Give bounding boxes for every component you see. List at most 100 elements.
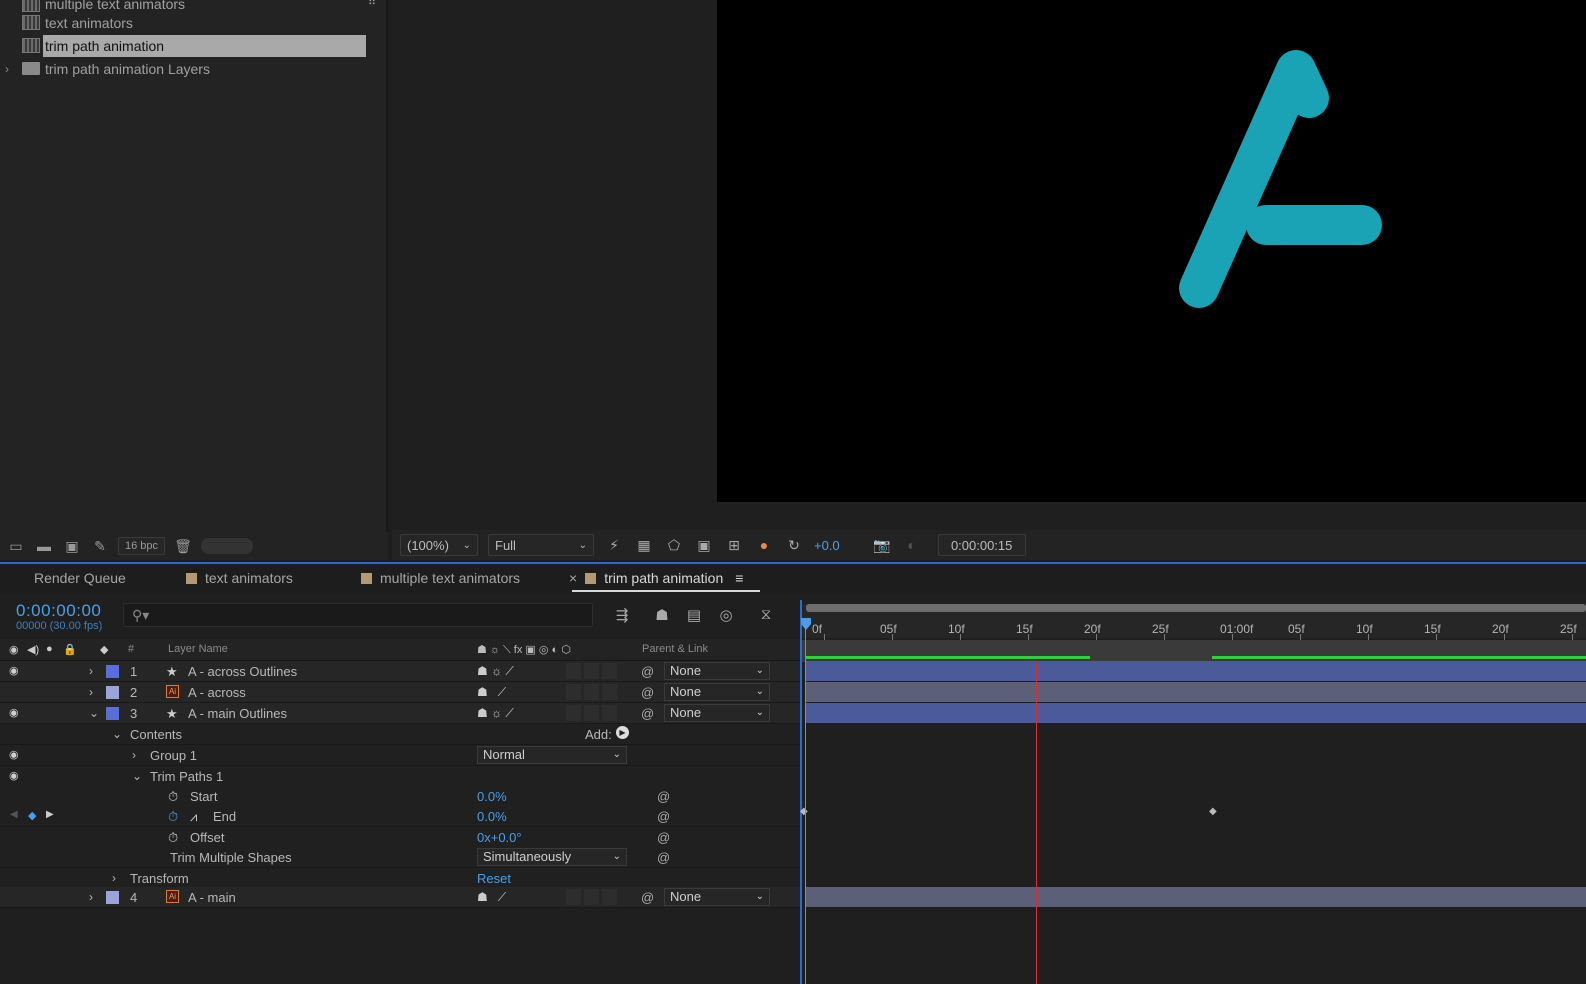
- start-row[interactable]: ⏱ Start 0.0% @: [0, 786, 800, 807]
- visibility-eye-icon[interactable]: ◉: [9, 665, 22, 677]
- bit-depth-button[interactable]: 16 bpc: [118, 537, 166, 555]
- channel-icon[interactable]: ●: [754, 536, 774, 554]
- layer-bar-4[interactable]: [806, 887, 1586, 907]
- chevron-down-icon[interactable]: ⌄: [112, 727, 122, 741]
- shy-layers-icon[interactable]: ☗: [651, 606, 673, 626]
- layer-bar-3[interactable]: [806, 703, 1586, 723]
- keyframe-diamond-icon[interactable]: ◆: [28, 809, 36, 822]
- parent-dropdown[interactable]: None ⌄: [664, 888, 770, 906]
- layer-name-header[interactable]: Layer Name: [168, 643, 228, 655]
- playhead-marker[interactable]: [801, 618, 811, 984]
- pickwhip-icon[interactable]: @: [641, 890, 654, 905]
- label-icon[interactable]: ◆: [100, 643, 108, 656]
- current-time-field[interactable]: 0:00:00:15: [937, 534, 1026, 556]
- visibility-eye-icon[interactable]: ◉: [9, 770, 22, 782]
- stopwatch-icon[interactable]: ⏱: [168, 830, 178, 846]
- layer-row-2[interactable]: › 2 Ai A - across ☗ ⟋ @ None ⌄: [0, 682, 800, 703]
- resolution-dropdown[interactable]: Full ⌄: [488, 534, 594, 556]
- layer-switches[interactable]: ☗ ⟋: [477, 685, 506, 700]
- fast-preview-icon[interactable]: ⚡: [604, 536, 624, 554]
- reset-link[interactable]: Reset: [477, 871, 511, 886]
- project-item-text-animators[interactable]: text animators: [0, 12, 366, 34]
- parent-dropdown[interactable]: None ⌄: [664, 683, 770, 701]
- reset-exposure-icon[interactable]: ↻: [784, 536, 804, 554]
- new-composition-icon[interactable]: ▣: [62, 538, 82, 554]
- group-1-row[interactable]: ◉ › Group 1 Normal ⌄: [0, 745, 800, 766]
- blend-mode-dropdown[interactable]: Normal ⌄: [477, 746, 627, 764]
- layer-name[interactable]: A - main Outlines: [188, 706, 287, 721]
- interpret-footage-icon[interactable]: ▭: [6, 538, 26, 554]
- tab-multiple-text-animators[interactable]: multiple text animators: [361, 570, 520, 586]
- pickwhip-icon[interactable]: @: [657, 830, 670, 845]
- current-time-indicator[interactable]: [1036, 662, 1037, 984]
- end-row[interactable]: ◀ ◆ ▶ ⏱ ⩘ End 0.0% @: [0, 806, 800, 827]
- solo-icon[interactable]: ●: [46, 643, 53, 655]
- contents-row[interactable]: ⌄ Contents Add: ▶: [0, 724, 800, 745]
- region-of-interest-icon[interactable]: ▣: [694, 536, 714, 554]
- label-color[interactable]: [106, 891, 119, 904]
- chevron-down-icon[interactable]: ⌄: [132, 769, 142, 783]
- magnification-dropdown[interactable]: (100%) ⌄: [400, 534, 478, 556]
- chevron-right-icon[interactable]: ›: [89, 685, 93, 699]
- trash-icon[interactable]: 🗑: [173, 538, 193, 554]
- layer-bar-2[interactable]: [806, 682, 1586, 702]
- trim-multiple-dropdown[interactable]: Simultaneously ⌄: [477, 848, 627, 866]
- layer-name[interactable]: A - main: [188, 890, 236, 905]
- visibility-eye-icon[interactable]: ◉: [9, 707, 22, 719]
- brush-icon[interactable]: ✎: [90, 538, 110, 554]
- audio-icon[interactable]: ◀): [27, 643, 39, 656]
- flowchart-icon[interactable]: ⠿: [368, 0, 376, 8]
- layer-name[interactable]: A - across Outlines: [188, 664, 297, 679]
- label-color[interactable]: [106, 707, 119, 720]
- layer-row-4[interactable]: › 4 Ai A - main ☗ ⟋ @ None ⌄: [0, 887, 800, 908]
- snapshot-icon[interactable]: 📷: [872, 536, 892, 554]
- next-keyframe-icon[interactable]: ▶: [46, 809, 54, 820]
- parent-dropdown[interactable]: None ⌄: [664, 662, 770, 680]
- graph-editor-icon[interactable]: ⧖: [755, 606, 777, 626]
- panel-menu-icon[interactable]: ≡: [735, 570, 743, 586]
- motion-blur-icon[interactable]: ◎: [715, 606, 737, 626]
- guides-icon[interactable]: ⊞: [724, 536, 744, 554]
- composition-canvas[interactable]: [717, 0, 1586, 502]
- layer-name[interactable]: A - across: [188, 685, 246, 700]
- stopwatch-active-icon[interactable]: ⏱: [168, 809, 178, 825]
- chevron-right-icon[interactable]: ›: [89, 890, 93, 904]
- work-area-bar[interactable]: [806, 604, 1586, 612]
- chevron-down-icon[interactable]: ⌄: [89, 706, 99, 720]
- layer-switches[interactable]: ☗ ⟋: [477, 890, 506, 905]
- composition-flowchart-icon[interactable]: ⇶: [611, 606, 633, 626]
- graph-icon[interactable]: ⩘: [190, 809, 197, 825]
- layer-bar-1[interactable]: [806, 661, 1586, 681]
- pickwhip-icon[interactable]: @: [657, 809, 670, 824]
- new-folder-icon[interactable]: ▬: [34, 538, 54, 554]
- pickwhip-icon[interactable]: @: [657, 789, 670, 804]
- chevron-right-icon[interactable]: ›: [5, 62, 9, 76]
- offset-row[interactable]: ⏱ Offset 0x+0.0° @: [0, 827, 800, 848]
- end-value[interactable]: 0.0%: [477, 809, 507, 824]
- tab-trim-path-animation[interactable]: × trim path animation ≡: [569, 570, 743, 586]
- project-item-trim-path-animation[interactable]: trim path animation: [43, 35, 366, 57]
- start-value[interactable]: 0.0%: [477, 789, 507, 804]
- add-menu-icon[interactable]: ▶: [616, 726, 629, 739]
- timeline-current-time[interactable]: 0:00:00:00: [16, 601, 101, 621]
- project-item-trim-path-animation-layers[interactable]: › trim path animation Layers: [0, 58, 366, 80]
- pickwhip-icon[interactable]: @: [657, 850, 670, 865]
- close-icon[interactable]: ×: [569, 570, 577, 586]
- layer-row-1[interactable]: ◉ › 1 ★ A - across Outlines ☗ ☼ ⟋ @ None…: [0, 661, 800, 682]
- offset-value[interactable]: 0x+0.0°: [477, 830, 522, 845]
- chevron-right-icon[interactable]: ›: [112, 871, 116, 885]
- parent-dropdown[interactable]: None ⌄: [664, 704, 770, 722]
- trim-multiple-row[interactable]: Trim Multiple Shapes Simultaneously ⌄ @: [0, 847, 800, 868]
- layer-switches[interactable]: ☗ ☼ ⟋: [477, 706, 514, 721]
- transparency-grid-icon[interactable]: ▦: [634, 536, 654, 554]
- lock-icon[interactable]: 🔒: [63, 643, 77, 656]
- chevron-right-icon[interactable]: ›: [132, 748, 136, 762]
- stopwatch-icon[interactable]: ⏱: [168, 789, 178, 805]
- pickwhip-icon[interactable]: @: [641, 664, 654, 679]
- pickwhip-icon[interactable]: @: [641, 706, 654, 721]
- layer-search-input[interactable]: ⚲▾: [123, 603, 593, 627]
- chevron-right-icon[interactable]: ›: [89, 664, 93, 678]
- prev-keyframe-icon[interactable]: ◀: [10, 809, 18, 820]
- exposure-value[interactable]: +0.0: [814, 538, 840, 553]
- label-color[interactable]: [106, 665, 119, 678]
